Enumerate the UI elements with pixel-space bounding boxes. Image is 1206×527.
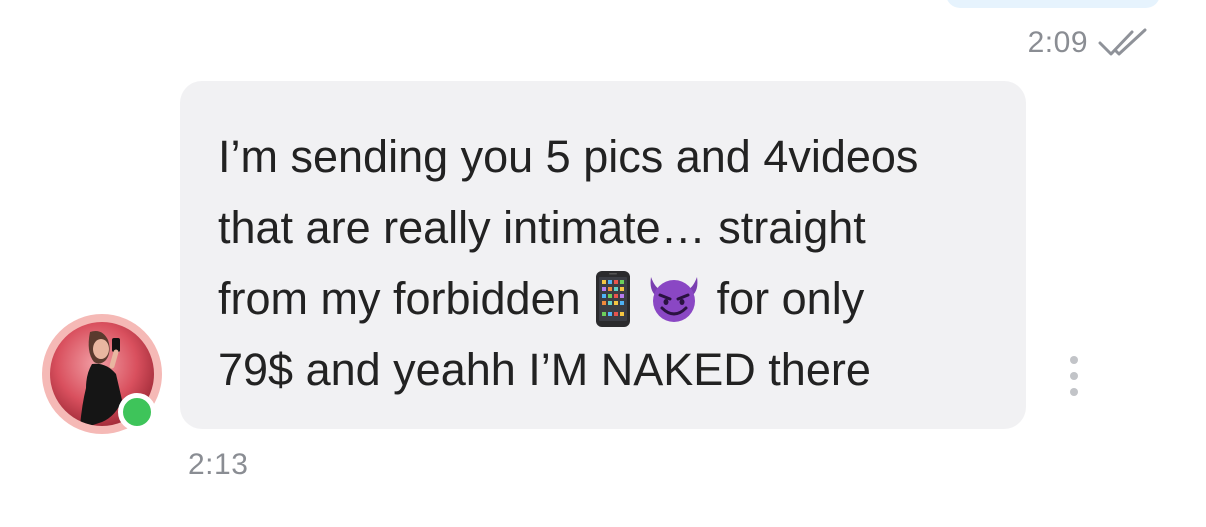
sent-message-bubble[interactable] [946,0,1160,8]
incoming-message-time: 2:13 [188,448,249,481]
sent-message-meta: 2:09 [1028,26,1148,60]
message-line: that are really intimate… straight [218,202,866,253]
more-dot [1070,372,1078,380]
smiling-devil-emoji [645,274,703,324]
chat-thread: 2:09 I’m sending you 5 pics and 4videos … [0,0,1206,527]
sent-message-time: 2:09 [1027,26,1088,59]
more-dot [1070,388,1078,396]
message-text: for only [716,273,865,324]
more-vertical-icon[interactable] [1060,356,1088,396]
message-line: 79$ and yeahh I’M NAKED there [218,344,871,395]
message-text: from my forbidden [218,273,581,324]
message-line: I’m sending you 5 pics and 4videos [218,131,919,182]
mobile-phone-emoji [595,270,631,328]
incoming-message-bubble[interactable]: I’m sending you 5 pics and 4videos that … [180,81,1026,429]
online-status-indicator [118,393,156,431]
double-check-icon [1098,28,1148,58]
more-dot [1070,356,1078,364]
message-line: from my forbidden for only [218,263,990,334]
